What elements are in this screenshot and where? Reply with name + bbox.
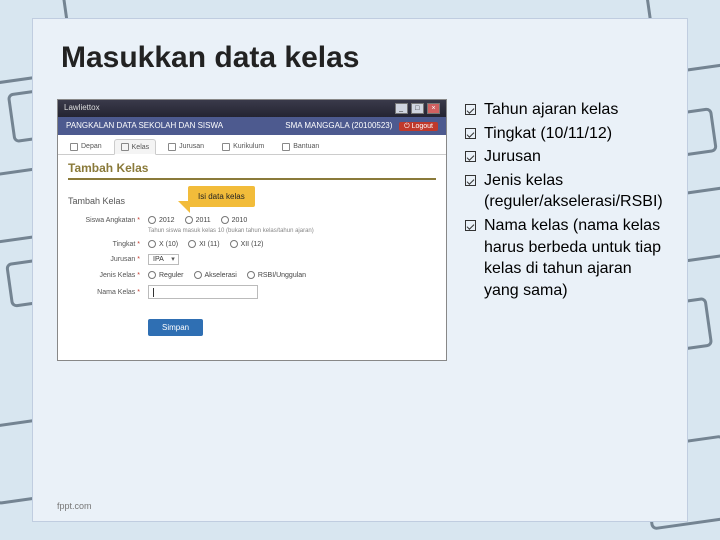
row-nama: Nama Kelas * xyxy=(68,285,436,299)
bullet-5: Nama kelas (nama kelas harus berbeda unt… xyxy=(465,215,663,301)
minimize-icon[interactable]: _ xyxy=(395,103,408,114)
home-icon xyxy=(70,143,78,151)
page-heading: Tambah Kelas xyxy=(68,161,436,180)
maximize-icon[interactable]: □ xyxy=(411,103,424,114)
label-jenis: Jenis Kelas * xyxy=(68,272,148,279)
label-nama: Nama Kelas * xyxy=(68,289,148,296)
close-icon[interactable]: × xyxy=(427,103,440,114)
callout-tooltip: Isi data kelas xyxy=(188,186,255,207)
radio-tingkat-12[interactable]: XII (12) xyxy=(230,240,264,248)
bullet-4: Jenis kelas (reguler/akselerasi/RSBI) xyxy=(465,170,663,213)
curriculum-icon xyxy=(222,143,230,151)
select-jurusan[interactable]: IPA xyxy=(148,254,179,265)
slide-title: Masukkan data kelas xyxy=(33,19,687,75)
nav-tabs: Depan Kelas Jurusan Kurikulum Bantuan xyxy=(58,135,446,155)
bullet-list: Tahun ajaran kelas Tingkat (10/11/12) Ju… xyxy=(465,99,663,361)
checkbox-icon xyxy=(465,104,476,115)
tab-depan[interactable]: Depan xyxy=(64,139,108,154)
radio-tingkat-11[interactable]: XI (11) xyxy=(188,240,220,248)
label-jurusan: Jurusan * xyxy=(68,256,148,263)
app-title: PANGKALAN DATA SEKOLAH DAN SISWA xyxy=(66,121,223,131)
window-titlebar: Lawliettox _ □ × xyxy=(58,100,446,117)
angkatan-note: Tahun siswa masuk kelas 10 (bukan tahun … xyxy=(148,228,436,234)
app-screenshot: Lawliettox _ □ × PANGKALAN DATA SEKOLAH … xyxy=(57,99,447,361)
checkbox-icon xyxy=(465,151,476,162)
footer-credit: fppt.com xyxy=(57,501,92,511)
label-angkatan: Siswa Angkatan * xyxy=(68,217,148,224)
radio-angkatan-2012[interactable]: 2012 xyxy=(148,216,175,224)
checkbox-icon xyxy=(465,220,476,231)
row-tingkat: Tingkat * X (10) XI (11) XII (12) xyxy=(68,240,436,248)
radio-jenis-reguler[interactable]: Reguler xyxy=(148,271,184,279)
bullet-2: Tingkat (10/11/12) xyxy=(465,123,663,145)
label-tingkat: Tingkat * xyxy=(68,241,148,248)
tab-jurusan[interactable]: Jurusan xyxy=(162,139,210,154)
row-jurusan: Jurusan * IPA xyxy=(68,254,436,265)
major-icon xyxy=(168,143,176,151)
main-area: Tambah Kelas Isi data kelas Tambah Kelas… xyxy=(58,155,446,360)
window-app-name: Lawliettox xyxy=(64,103,100,114)
input-nama-kelas[interactable] xyxy=(148,285,258,299)
app-header: PANGKALAN DATA SEKOLAH DAN SISWA SMA MAN… xyxy=(58,117,446,135)
radio-angkatan-2010[interactable]: 2010 xyxy=(221,216,248,224)
school-name: SMA MANGGALA (20100523) xyxy=(285,121,392,130)
bullet-1: Tahun ajaran kelas xyxy=(465,99,663,121)
slide: Masukkan data kelas Lawliettox _ □ × PAN… xyxy=(32,18,688,522)
radio-angkatan-2011[interactable]: 2011 xyxy=(185,216,211,224)
text-cursor-icon xyxy=(153,288,154,297)
save-button[interactable]: Simpan xyxy=(148,319,203,336)
help-icon xyxy=(282,143,290,151)
checkbox-icon xyxy=(465,128,476,139)
radio-jenis-rsbi[interactable]: RSBI/Unggulan xyxy=(247,271,306,279)
row-angkatan: Siswa Angkatan * 2012 2011 2010 xyxy=(68,216,436,224)
tab-kelas[interactable]: Kelas xyxy=(114,139,157,155)
window-controls: _ □ × xyxy=(394,103,440,114)
bullet-3: Jurusan xyxy=(465,146,663,168)
tab-bantuan[interactable]: Bantuan xyxy=(276,139,325,154)
tab-kurikulum[interactable]: Kurikulum xyxy=(216,139,270,154)
class-icon xyxy=(121,143,129,151)
row-jenis: Jenis Kelas * Reguler Akselerasi RSBI/Un… xyxy=(68,271,436,279)
logout-button[interactable]: ⏻ Logout xyxy=(399,122,438,131)
slide-content: Lawliettox _ □ × PANGKALAN DATA SEKOLAH … xyxy=(33,99,687,361)
checkbox-icon xyxy=(465,175,476,186)
radio-tingkat-10[interactable]: X (10) xyxy=(148,240,178,248)
radio-jenis-akselerasi[interactable]: Akselerasi xyxy=(194,271,237,279)
